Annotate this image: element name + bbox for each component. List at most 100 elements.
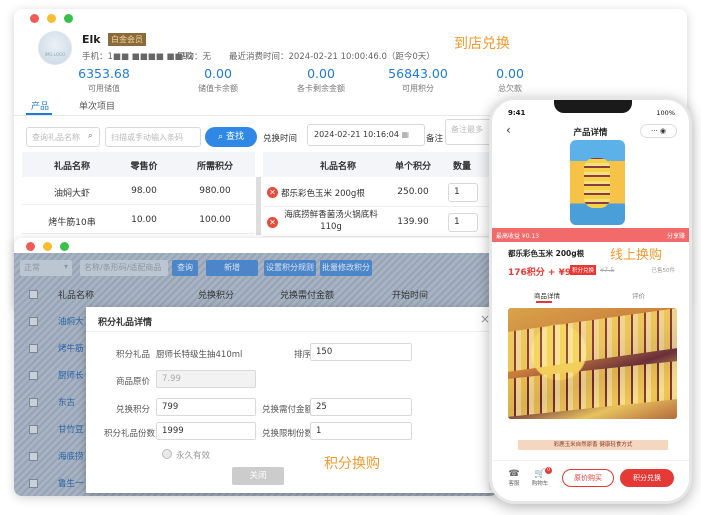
cart-badge: 0 <box>545 467 552 474</box>
redeem-time-input[interactable]: 2024-02-21 10:16:04 ▦ <box>307 124 425 146</box>
price-field: 7.99 <box>156 370 256 388</box>
gift-detail-modal: 积分礼品详情 × 积分礼品 厨师长特级生抽410ml 排序 150 商品原价 7… <box>86 307 496 493</box>
admin-search-input[interactable]: 名称/条形码/适配商品 <box>80 260 168 276</box>
pay-label: 兑换需付金额 <box>262 405 314 415</box>
gift-table-header: 礼品名称 零售价 所需积分 <box>22 152 255 177</box>
divider <box>86 331 496 332</box>
row-checkbox[interactable] <box>29 452 38 461</box>
points-field[interactable]: 799 <box>156 398 256 416</box>
list-item[interactable]: 鲁生一 <box>58 477 84 489</box>
minimize-window-button[interactable] <box>43 242 52 251</box>
scrollbar[interactable] <box>256 177 261 235</box>
limit-label: 兑换限制份数 <box>262 429 314 439</box>
row-checkbox[interactable] <box>29 479 38 488</box>
table-row[interactable]: 烤牛筋10串 10.00 100.00 <box>22 206 255 234</box>
quantity-input[interactable]: 1 <box>448 213 478 232</box>
phone-mockup: 9:41 100% ‹ 产品详情 ··· ◉ 最高收益 ¥0.13 分享赚 都乐彩… <box>489 97 692 504</box>
sort-field[interactable]: 150 <box>310 343 412 361</box>
set-rules-button[interactable]: 设置积分规则 <box>264 260 316 276</box>
close-button[interactable]: 关闭 <box>232 467 284 485</box>
row-checkbox[interactable] <box>29 344 38 353</box>
remove-icon[interactable]: ✕ <box>267 217 278 228</box>
chevron-down-icon: ▾ <box>63 262 68 271</box>
batch-edit-button[interactable]: 批量修改积分 <box>320 260 372 276</box>
avatar: IMG LOGO <box>38 31 72 65</box>
product-name: 都乐彩色玉米 200g根 <box>508 249 585 258</box>
gift-label: 积分礼品 <box>116 350 151 360</box>
count-field[interactable]: 1999 <box>156 422 256 440</box>
row-checkbox[interactable] <box>29 398 38 407</box>
close-window-button[interactable] <box>30 14 39 23</box>
table-row[interactable]: ✕ 海底捞鲜香菌汤火锅底料110g 139.90 1 <box>263 207 503 237</box>
list-item[interactable]: 烤牛筋 <box>58 342 84 354</box>
headset-icon: ☎ <box>508 469 520 479</box>
row-checkbox[interactable] <box>29 371 38 380</box>
forever-radio[interactable] <box>162 449 172 459</box>
buy-original-button[interactable]: 原价购买 <box>562 469 614 487</box>
mini-program-capsule[interactable]: ··· ◉ <box>640 124 677 138</box>
points-redeem-button[interactable]: 积分兑换 <box>620 469 674 487</box>
customer-guide: 导购：无 <box>177 52 212 62</box>
window-controls <box>30 14 73 23</box>
add-button[interactable]: 新增 <box>206 260 258 276</box>
search-icon: ⌕ <box>88 131 93 140</box>
list-item[interactable]: 东古 <box>58 396 75 408</box>
product-detail-image <box>508 308 677 419</box>
list-item[interactable]: 海底捞 <box>58 450 84 462</box>
sold-count: 已售50件 <box>651 268 676 274</box>
row-checkbox[interactable] <box>29 317 38 326</box>
table-row[interactable]: 油焖大虾 98.00 980.00 <box>22 177 255 205</box>
pay-field[interactable]: 25 <box>310 398 412 416</box>
window-caption: 积分换购 <box>324 456 380 472</box>
tab-single-items[interactable]: 单次项目 <box>79 99 115 112</box>
col-gift-name: 礼品名称 <box>58 291 95 301</box>
status-time: 9:41 <box>508 109 526 117</box>
service-button[interactable]: ☎ 客服 <box>504 469 524 487</box>
member-level-badge: 白金会员 <box>108 33 146 46</box>
status-select[interactable]: 正常 ▾ <box>20 260 72 276</box>
col-start: 开始时间 <box>392 291 429 301</box>
table-row[interactable]: ✕ 都乐彩色玉米 200g根 250.00 1 <box>263 177 503 207</box>
window-controls <box>26 242 69 251</box>
stat-debt: 0.00 总欠款 <box>496 66 524 93</box>
promo-bar: 最高收益 ¥0.13 分享赚 <box>492 228 689 242</box>
tab-reviews[interactable]: 评价 <box>632 290 645 300</box>
original-price: ¥7.5 <box>600 266 615 274</box>
quantity-input[interactable]: 1 <box>448 183 478 202</box>
phone-caption: 线上换购 <box>610 248 663 263</box>
bottom-action-bar: ☎ 客服 🛒 购物车 0 原价购买 积分兑换 <box>492 460 689 501</box>
close-window-button[interactable] <box>26 242 35 251</box>
count-label: 积分礼品份数 <box>104 429 156 439</box>
last-purchase: 最近消费时间：2024-02-21 10:00:46.0（距今0天） <box>229 52 435 62</box>
list-item[interactable]: 厨师长 <box>58 369 84 381</box>
product-slogan: 彩鹿玉米自然原香 健康轻食方式 <box>518 440 668 450</box>
barcode-input[interactable]: 扫描或手动输入条码 <box>105 127 201 147</box>
limit-field[interactable]: 1 <box>310 422 412 440</box>
customer-name: Elk <box>82 33 101 46</box>
maximize-window-button[interactable] <box>64 14 73 23</box>
tab-detail[interactable]: 商品详情 <box>534 290 560 300</box>
modal-title: 积分礼品详情 <box>98 318 153 328</box>
gift-value: 厨师长特级生抽410ml <box>156 350 243 360</box>
selected-table-header: 礼品名称 单个积分 数量 <box>263 152 503 177</box>
find-button[interactable]: ⌕ 查找 <box>205 127 257 147</box>
forever-label: 永久有效 <box>176 451 211 461</box>
list-item[interactable]: 甘竹豆 <box>58 423 84 435</box>
tab-products[interactable]: 产品 <box>31 99 49 112</box>
stat-stored-value: 6353.68 可用储值 <box>78 66 130 93</box>
search-icon: ⌕ <box>218 132 226 142</box>
stat-card-balance: 0.00 储值卡余额 <box>198 66 238 93</box>
list-item[interactable]: 油焖大 <box>58 315 84 327</box>
remove-icon[interactable]: ✕ <box>267 187 278 198</box>
stat-points: 56843.00 可用积分 <box>388 66 448 93</box>
select-all-checkbox[interactable] <box>29 290 38 299</box>
redeem-time-label: 兑换时间 <box>263 134 298 144</box>
share-button[interactable]: 分享赚 <box>667 231 685 240</box>
price-label: 商品原价 <box>116 377 151 387</box>
remark-label: 备注 <box>426 134 444 144</box>
row-checkbox[interactable] <box>29 425 38 434</box>
minimize-window-button[interactable] <box>47 14 56 23</box>
admin-search-button[interactable]: 查询 <box>172 260 198 276</box>
col-pay: 兑换需付金额 <box>280 291 335 301</box>
maximize-window-button[interactable] <box>60 242 69 251</box>
